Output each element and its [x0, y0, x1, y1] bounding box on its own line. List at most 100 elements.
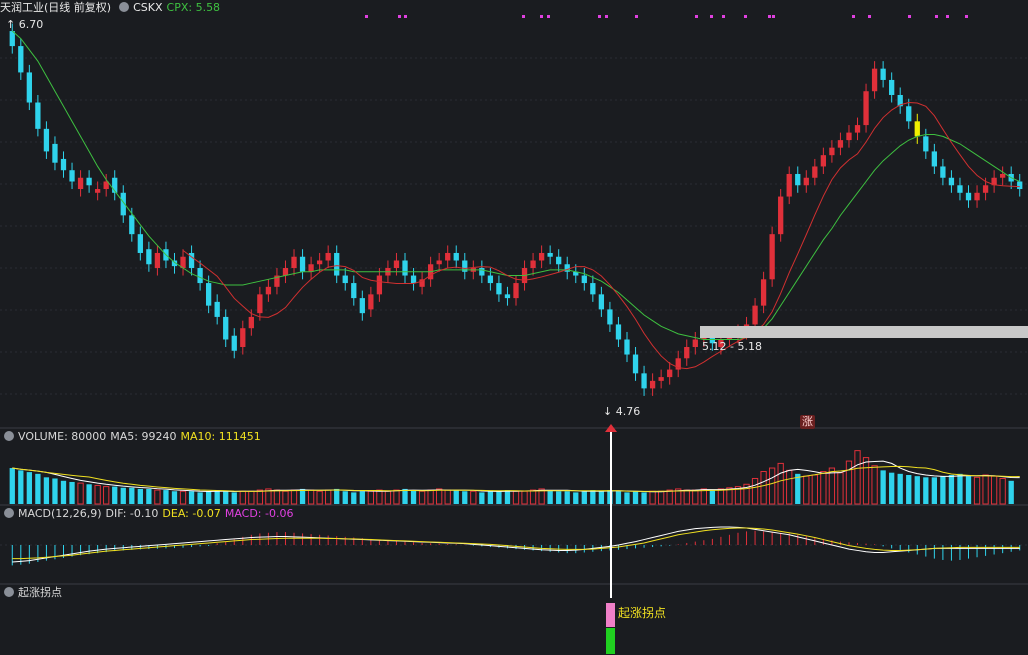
- volume-bar: [43, 477, 50, 504]
- volume-bar: [453, 490, 459, 504]
- candle-body: [837, 140, 844, 148]
- macd-dif: DIF: -0.10: [105, 507, 159, 520]
- candle-body: [86, 177, 92, 186]
- candle-body: [308, 264, 314, 272]
- signal-marker-dot: [935, 15, 938, 18]
- candle-body: [914, 121, 920, 137]
- candle-body: [35, 102, 41, 129]
- signal-marker-dot: [605, 15, 608, 18]
- volume-bar: [547, 490, 553, 504]
- volume-bar: [120, 487, 126, 504]
- candle-body: [393, 260, 400, 269]
- candle-body: [359, 298, 365, 314]
- candle-body: [632, 354, 639, 374]
- candle-body: [590, 283, 596, 295]
- volume-bar: [342, 491, 348, 504]
- zone-label: 5.12 - 5.18: [702, 340, 762, 353]
- volume-bar: [795, 473, 801, 504]
- candle-body: [829, 147, 835, 156]
- volume-bar: [112, 486, 118, 504]
- settings-dot-icon[interactable]: [119, 2, 130, 12]
- volume-bar: [52, 478, 58, 504]
- volume-bar: [299, 488, 306, 504]
- volume-bar: [137, 488, 143, 504]
- signal-bar-green: [606, 628, 615, 654]
- candle-body: [923, 136, 929, 152]
- candle-body: [197, 268, 203, 284]
- candle-body: [26, 72, 32, 103]
- macd-settings-icon[interactable]: [4, 508, 14, 518]
- candle-body: [982, 185, 989, 193]
- candle-body: [129, 215, 135, 235]
- candle-body: [265, 286, 272, 295]
- candle-body: [1017, 181, 1023, 190]
- candle-body: [231, 335, 237, 351]
- volume-bar: [931, 477, 937, 504]
- volume-bar: [129, 487, 135, 504]
- candle-body: [974, 192, 980, 201]
- volume-bar: [359, 491, 365, 504]
- volume-bar: [146, 488, 152, 504]
- volume-bar: [880, 470, 886, 504]
- candle-body: [658, 377, 664, 381]
- candle-body: [649, 380, 656, 389]
- candle-body: [641, 373, 647, 389]
- volume-bar: [573, 492, 579, 504]
- candle-body: [240, 328, 246, 348]
- candle-body: [880, 68, 886, 80]
- candle-body: [479, 268, 485, 276]
- candle-body: [965, 192, 972, 201]
- volume-settings-icon[interactable]: [4, 431, 14, 441]
- candle-body: [334, 252, 340, 276]
- signal-marker-dot: [398, 15, 401, 18]
- candle-body: [803, 177, 809, 186]
- volume-bar: [231, 492, 237, 504]
- volume-bar: [556, 491, 562, 504]
- signal-marker-dot: [695, 15, 698, 18]
- macd-header: MACD(12,26,9) DIF: -0.10 DEA: -0.07 MACD: -…: [0, 506, 297, 522]
- signal-header: 起涨拐点: [0, 585, 66, 601]
- cpx-value: CPX: 5.58: [166, 1, 221, 14]
- signal-marker-dot: [868, 15, 871, 18]
- candle-body: [769, 234, 775, 280]
- signal-settings-icon[interactable]: [4, 587, 14, 597]
- candle-body: [316, 260, 323, 265]
- candle-body: [948, 177, 955, 186]
- candle-body: [513, 283, 519, 299]
- signal-bar-pink: [606, 603, 615, 627]
- candle-body: [154, 252, 161, 269]
- volume-bar: [402, 488, 408, 504]
- volume-bar: [197, 492, 203, 504]
- volume-bar: [948, 475, 955, 504]
- candle-body: [692, 339, 698, 348]
- volume-bar: [479, 492, 485, 504]
- signal-marker-dot: [404, 15, 407, 18]
- macd-label: MACD(12,26,9): [18, 507, 102, 520]
- candle-body: [846, 132, 852, 141]
- candle-body: [342, 275, 348, 284]
- signal-marker-dot: [722, 15, 725, 18]
- low-price-label: ↓ 4.76: [603, 405, 641, 418]
- signal-marker-dot: [772, 15, 775, 18]
- volume-header: VOLUME: 80000 MA5: 99240 MA10: 111451: [0, 429, 265, 445]
- signal-text: 起涨拐点: [618, 606, 667, 620]
- candle-body: [60, 158, 67, 171]
- volume-bar: [940, 476, 946, 504]
- volume-bar: [334, 488, 340, 504]
- candle-body: [598, 294, 605, 310]
- candle-body: [538, 252, 545, 261]
- candle-body: [931, 151, 937, 167]
- stock-chart[interactable]: [0, 0, 1028, 655]
- candle-body: [402, 260, 408, 276]
- candle-body: [205, 283, 212, 306]
- volume-bar: [632, 491, 639, 504]
- signal-marker-dot: [710, 15, 713, 18]
- candle-body: [624, 339, 630, 355]
- candle-body: [820, 155, 827, 167]
- volume-bar: [957, 473, 963, 504]
- candle-body: [248, 316, 254, 329]
- volume-bar: [889, 472, 895, 504]
- signal-label: 起涨拐点: [18, 586, 62, 599]
- volume-bar: [564, 491, 570, 504]
- candle-body: [607, 309, 613, 325]
